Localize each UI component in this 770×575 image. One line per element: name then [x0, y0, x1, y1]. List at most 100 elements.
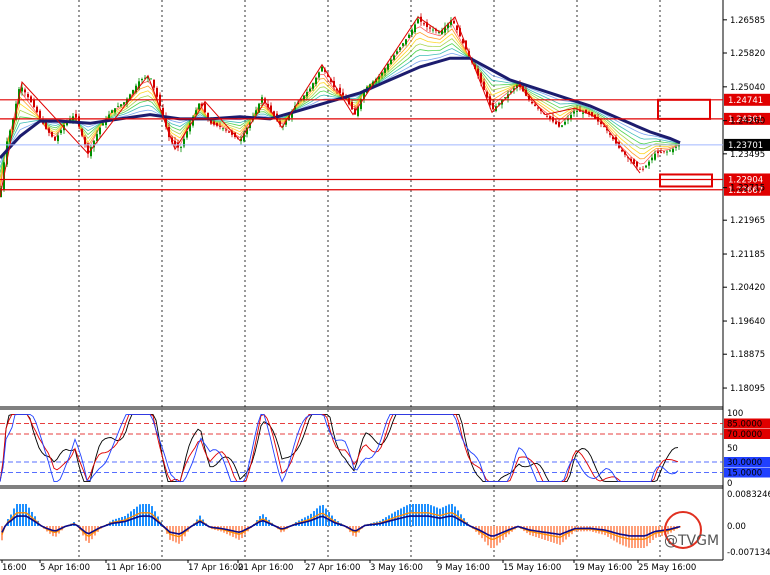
candle-body	[39, 110, 41, 118]
macd-bar	[22, 504, 24, 526]
candle-body	[228, 131, 230, 133]
candle-body	[306, 92, 308, 97]
candle-body	[582, 112, 584, 114]
macd-bar	[631, 526, 633, 548]
candle-body	[573, 111, 575, 114]
stochastic-pane[interactable]: 10085.000070.0000 50 30.000015.00000	[0, 409, 770, 489]
macd-bar	[319, 505, 321, 526]
price-tick-label: 1.25820	[730, 49, 765, 59]
candle-body	[396, 51, 398, 54]
candle-body	[489, 96, 491, 106]
candle-body	[348, 98, 350, 105]
time-tick-label: 9 May 16:00	[437, 563, 490, 573]
candle-body	[111, 110, 113, 113]
macd-tick-label: 0.00	[727, 522, 746, 532]
candle-body	[48, 128, 50, 133]
macd-bar	[418, 504, 420, 526]
candle-body	[204, 103, 206, 113]
time-tick-label: 19 May 16:00	[574, 563, 632, 573]
candle-body	[381, 72, 383, 76]
price-pane[interactable]	[0, 0, 723, 407]
candle-body	[84, 137, 86, 145]
macd-bar	[622, 526, 624, 546]
candle-body	[393, 55, 395, 60]
macd-bar	[625, 526, 627, 547]
candle-body	[564, 121, 566, 125]
candle-body	[648, 161, 650, 166]
candle-body	[546, 115, 548, 117]
price-tick-label: 1.26585	[730, 16, 765, 26]
macd-bar	[142, 504, 144, 526]
candle-body	[318, 72, 320, 78]
price-tick-label: 1.19640	[730, 317, 765, 327]
macd-bar	[421, 504, 423, 526]
candle-body	[561, 125, 563, 127]
time-tick-label: 11 Apr 16:00	[106, 563, 161, 573]
price-tick-label: 1.20420	[730, 283, 765, 293]
candle-body	[57, 135, 59, 142]
price-tick-label: 1.21965	[730, 216, 765, 226]
candle-body	[321, 66, 323, 72]
time-tick-label: 21 Apr 16:00	[238, 563, 293, 573]
macd-bar	[427, 504, 429, 526]
stoch-tick-label: 100	[727, 409, 743, 419]
candle-body	[153, 79, 155, 88]
candle-body	[219, 126, 221, 128]
candle-body	[555, 121, 557, 125]
candle-body	[72, 116, 74, 121]
candle-body	[672, 148, 674, 153]
macd-bar	[424, 504, 426, 526]
macd-bar	[25, 504, 27, 526]
macd-bar	[493, 526, 495, 548]
trading-chart[interactable]: 1.247411.243011.237011.229041.22667 1.26…	[0, 0, 770, 575]
candle-body	[60, 130, 62, 134]
macd-bar	[640, 526, 642, 548]
stoch-tick-label: 30.0000	[727, 458, 762, 468]
candle-body	[24, 89, 26, 93]
macd-bar	[637, 526, 639, 548]
watermark: @TVGM	[664, 511, 719, 549]
macd-tick-label: -0.0071348	[727, 548, 770, 558]
candle-body	[411, 29, 413, 35]
candle-body	[600, 121, 602, 125]
candle-body	[81, 129, 83, 136]
candle-body	[651, 157, 653, 161]
macd-bar	[445, 505, 447, 526]
macd-pane[interactable]: 0.0083246 0.00 -0.0071348	[1, 490, 770, 558]
macd-bar	[322, 504, 324, 526]
candle-body	[537, 107, 539, 109]
macd-bar	[145, 504, 147, 526]
price-tick-label: 1.22715	[730, 184, 765, 194]
time-tick-label: 25 May 16:00	[638, 563, 696, 573]
macd-bar	[412, 504, 414, 526]
candle-body	[576, 110, 578, 112]
candle-body	[408, 34, 410, 39]
candle-body	[174, 140, 176, 145]
stoch-line	[0, 413, 679, 483]
time-axis: 16:00 5 Apr 16:00 11 Apr 16:00 17 Apr 16:00…	[1, 560, 696, 573]
macd-bar	[415, 504, 417, 526]
candle-body	[123, 102, 125, 105]
price-tick-label: 1.21185	[730, 250, 765, 260]
macd-bar	[19, 504, 21, 526]
macd-bar	[490, 526, 492, 548]
candle-body	[156, 88, 158, 97]
time-tick-label: 17 Apr 16:00	[188, 563, 243, 573]
candle-body	[180, 146, 182, 148]
candle-body	[132, 90, 134, 94]
candle-body	[384, 68, 386, 73]
macd-bar	[430, 505, 432, 526]
candle-body	[456, 25, 458, 31]
candle-body	[642, 168, 644, 170]
candle-body	[603, 126, 605, 128]
watermark-text: @TVGM	[664, 533, 719, 549]
candle-body	[222, 128, 224, 130]
macd-bar	[148, 504, 150, 526]
candle-body	[342, 92, 344, 96]
candle-body	[639, 168, 641, 170]
candle-body	[390, 59, 392, 65]
candle-body	[405, 39, 407, 45]
time-tick-label: 15 May 16:00	[503, 563, 561, 573]
candle-body	[120, 104, 122, 107]
macd-bar	[409, 504, 411, 526]
